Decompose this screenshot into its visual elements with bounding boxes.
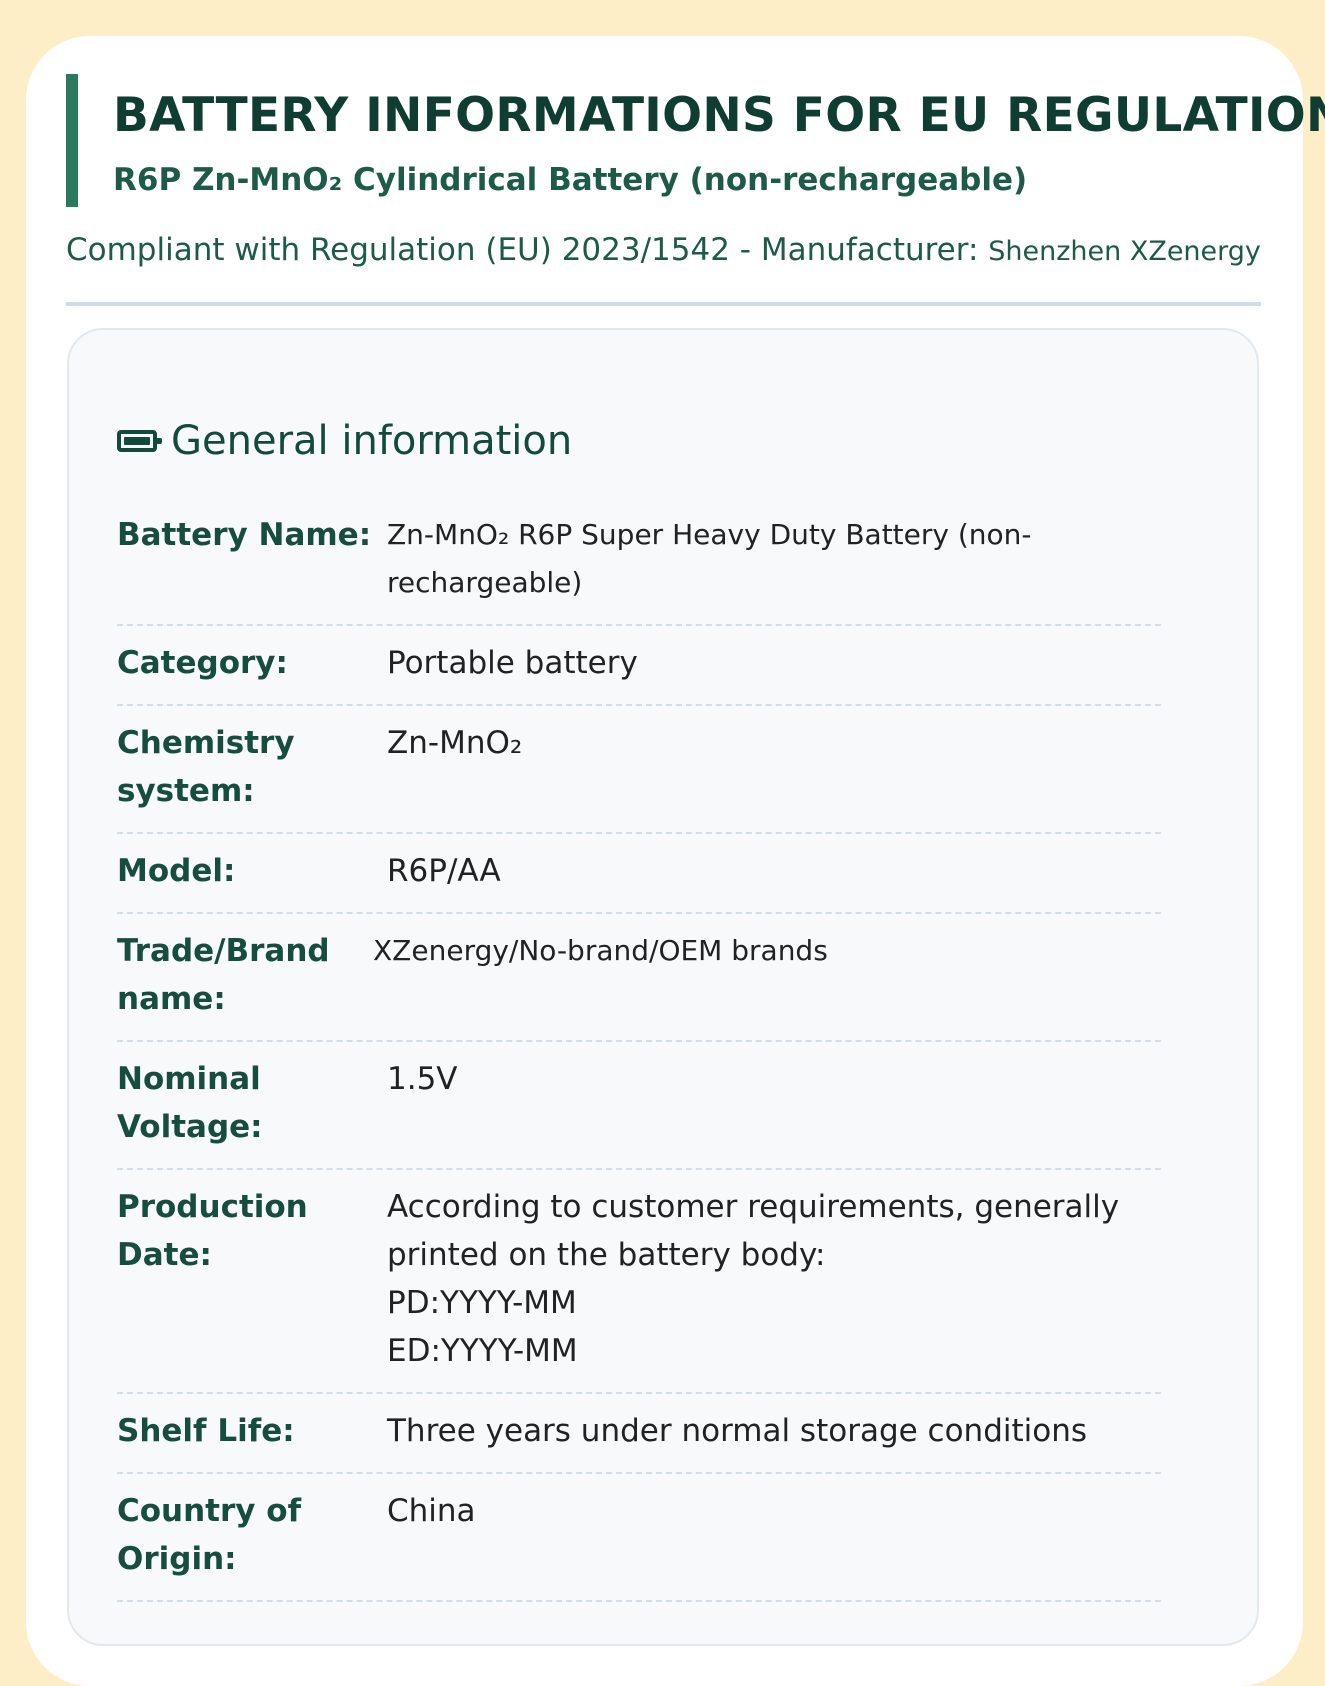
info-row-battery-name: Battery Name: Zn-MnO₂ R6P Super Heavy Du…	[117, 498, 1161, 626]
info-row-production-date: Production Date: According to customer r…	[117, 1170, 1161, 1394]
row-label: Trade/Brand name:	[117, 933, 330, 1017]
info-row-origin: Country of Origin: China	[117, 1474, 1161, 1602]
row-value: China	[387, 1493, 476, 1529]
page-title: BATTERY INFORMATIONS FOR EU REGULATION	[113, 88, 1325, 143]
section-heading: General information	[117, 416, 572, 466]
row-value: Zn-MnO₂ R6P Super Heavy Duty Battery (no…	[387, 518, 1032, 599]
row-value: R6P/AA	[387, 853, 501, 889]
row-value: 1.5V	[387, 1061, 458, 1097]
compliance-line: Compliant with Regulation (EU) 2023/1542…	[66, 232, 1261, 268]
header-divider	[66, 302, 1261, 306]
row-label: Nominal Voltage:	[117, 1061, 263, 1145]
row-value: Portable battery	[387, 645, 638, 681]
manufacturer-name: Shenzhen XZenergy	[988, 236, 1261, 267]
battery-icon	[117, 430, 162, 452]
compliance-text: Compliant with Regulation (EU) 2023/1542…	[66, 232, 979, 268]
info-row-model: Model: R6P/AA	[117, 834, 1161, 914]
row-label: Country of Origin:	[117, 1493, 302, 1577]
row-label: Shelf Life:	[117, 1413, 295, 1449]
info-card: BATTERY INFORMATIONS FOR EU REGULATION R…	[26, 36, 1325, 1686]
row-label: Chemistry system:	[117, 725, 295, 809]
row-label: Category:	[117, 645, 288, 681]
page-subtitle: R6P Zn-MnO₂ Cylindrical Battery (non-rec…	[113, 162, 1028, 198]
row-value: Three years under normal storage conditi…	[387, 1413, 1088, 1449]
info-row-brand: Trade/Brand name: XZenergy/No-brand/OEM …	[117, 914, 1161, 1042]
section-title: General information	[171, 418, 573, 464]
info-table: Battery Name: Zn-MnO₂ R6P Super Heavy Du…	[117, 498, 1161, 1602]
info-row-shelf-life: Shelf Life: Three years under normal sto…	[117, 1394, 1161, 1474]
row-label: Production Date:	[117, 1189, 308, 1273]
general-info-panel: General information Battery Name: Zn-MnO…	[67, 328, 1259, 1646]
row-value: According to customer requirements, gene…	[387, 1189, 1120, 1369]
info-row-chemistry: Chemistry system: Zn-MnO₂	[117, 706, 1161, 834]
row-value: Zn-MnO₂	[387, 725, 523, 761]
info-row-voltage: Nominal Voltage: 1.5V	[117, 1042, 1161, 1170]
title-block: BATTERY INFORMATIONS FOR EU REGULATION R…	[66, 74, 1325, 207]
row-value: XZenergy/No-brand/OEM brands	[373, 934, 828, 967]
row-label: Model:	[117, 853, 236, 889]
row-label: Battery Name:	[117, 517, 372, 553]
info-row-category: Category: Portable battery	[117, 626, 1161, 706]
